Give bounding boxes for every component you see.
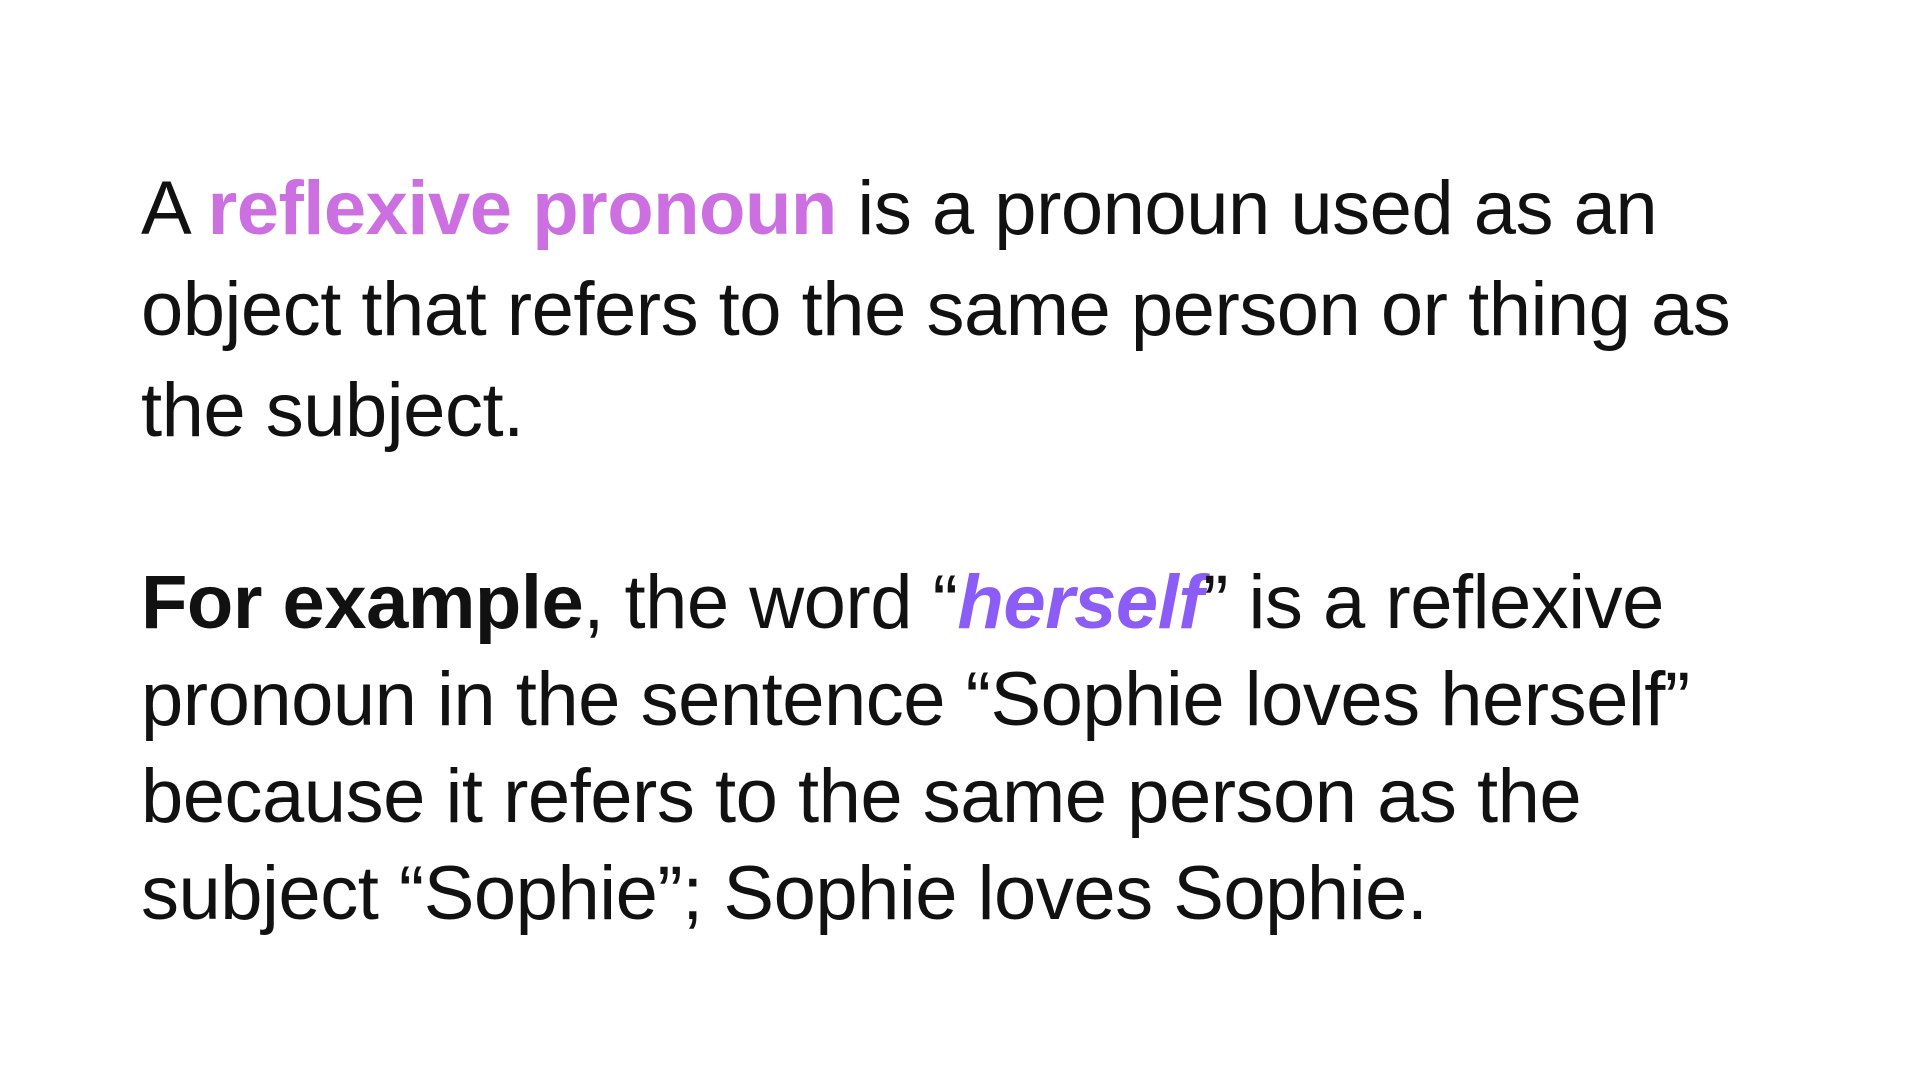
example-highlighted-word: herself bbox=[957, 560, 1204, 645]
definition-intro-text: A bbox=[141, 166, 208, 251]
definition-paragraph: A reflexive pronoun is a pronoun used as… bbox=[141, 158, 1821, 461]
example-intro-text: , the word “ bbox=[583, 560, 958, 645]
text-content: A reflexive pronoun is a pronoun used as… bbox=[141, 158, 1821, 942]
example-lead: For example bbox=[141, 560, 584, 645]
key-term-reflexive-pronoun: reflexive pronoun bbox=[207, 166, 838, 251]
example-paragraph: For example, the word “herself” is a ref… bbox=[141, 554, 1821, 942]
slide: A reflexive pronoun is a pronoun used as… bbox=[0, 0, 1920, 1080]
